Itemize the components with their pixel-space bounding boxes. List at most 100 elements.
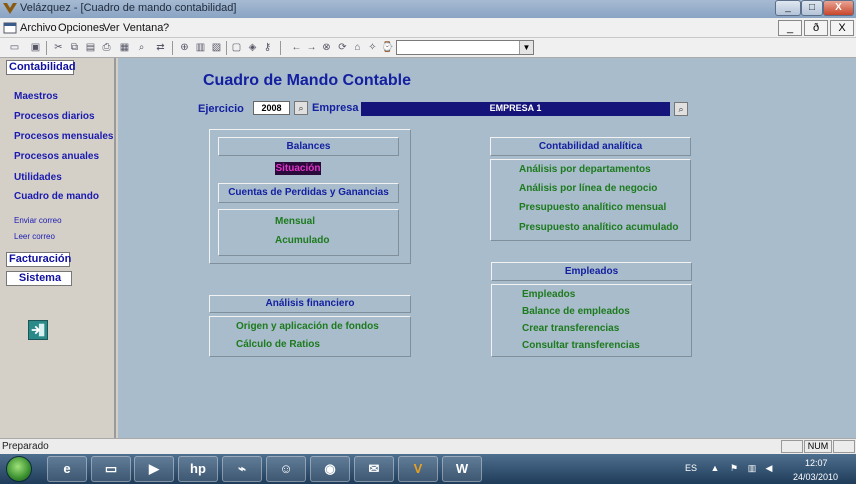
word-icon[interactable]: W — [442, 456, 482, 482]
toolbar-separator — [46, 41, 47, 55]
consultar-transferencias-link[interactable]: Consultar transferencias — [522, 340, 640, 351]
menu-ver[interactable]: Ver — [103, 22, 120, 34]
history-icon[interactable]: ⌚ — [381, 41, 394, 54]
hp-icon[interactable]: hp — [178, 456, 218, 482]
toolbar-separator — [226, 41, 227, 55]
ejercicio-field[interactable]: 2008 — [253, 101, 290, 115]
balance-empleados-link[interactable]: Balance de empleados — [522, 306, 630, 317]
chevron-down-icon[interactable]: ▼ — [519, 41, 533, 54]
nav-section-contabilidad[interactable]: Contabilidad — [6, 60, 76, 75]
nav-link-utilidades[interactable]: Utilidades — [14, 172, 62, 183]
monitor-icon[interactable]: ⌁ — [222, 456, 262, 482]
cut-icon[interactable]: ✂ — [52, 41, 65, 54]
menu-bar: Archivo Opciones Ver Ventana ? _ ð X — [0, 18, 856, 38]
toolbar-separator — [280, 41, 281, 55]
stop-icon[interactable]: ⊗ — [320, 41, 333, 54]
media-player-icon[interactable]: ▶ — [134, 456, 174, 482]
menu-ventana[interactable]: Ventana — [123, 22, 163, 34]
contabilidad-analitica-header: Contabilidad analítica — [490, 137, 691, 156]
exit-icon[interactable] — [28, 320, 48, 340]
home-icon[interactable]: ⌂ — [351, 41, 364, 54]
clock-date[interactable]: 24/03/2010 — [793, 472, 838, 482]
origen-aplicacion-link[interactable]: Origen y aplicación de fondos — [236, 321, 379, 332]
save-icon[interactable]: ▣ — [29, 41, 42, 54]
find-icon[interactable]: ⌕ — [135, 41, 148, 54]
mdi-close-button[interactable]: X — [830, 20, 854, 36]
messenger-icon[interactable]: ☺ — [266, 456, 306, 482]
preview-icon[interactable]: ▦ — [118, 41, 131, 54]
show-hidden-icons-icon[interactable]: ▲ — [710, 463, 720, 473]
nav-section-sistema[interactable]: Sistema — [6, 271, 72, 286]
nav-link-enviar-correo[interactable]: Enviar correo — [14, 216, 62, 225]
empleados-link[interactable]: Empleados — [522, 289, 575, 300]
zoom-icon[interactable]: ⊕ — [178, 41, 191, 54]
volume-icon[interactable]: ◀ — [764, 463, 774, 473]
mdi-restore-button[interactable]: ð — [804, 20, 828, 36]
toolbar-combo[interactable]: ▼ — [396, 40, 534, 55]
situacion-link[interactable]: Situación — [275, 162, 321, 175]
nav-section-facturacion[interactable]: Facturación — [6, 252, 71, 267]
velazquez-icon[interactable]: V — [398, 456, 438, 482]
analisis-linea-negocio-link[interactable]: Análisis por línea de negocio — [519, 183, 657, 194]
form-icon[interactable]: ▢ — [230, 41, 243, 54]
toolbar-separator — [172, 41, 173, 55]
menu-opciones[interactable]: Opciones — [58, 22, 104, 34]
empresa-lookup-icon[interactable]: ⌕ — [674, 102, 688, 116]
report-icon[interactable]: ▧ — [210, 41, 223, 54]
pyg-acumulado-link[interactable]: Acumulado — [275, 235, 329, 246]
clock-time[interactable]: 12:07 — [805, 458, 828, 468]
ie-icon[interactable]: e — [47, 456, 87, 482]
crear-transferencias-link[interactable]: Crear transferencias — [522, 323, 619, 334]
firefox-icon[interactable]: ◉ — [310, 456, 350, 482]
calc-icon[interactable]: ▥ — [194, 41, 207, 54]
favorites-icon[interactable]: ✧ — [366, 41, 379, 54]
key-icon[interactable]: ⚷ — [261, 41, 274, 54]
maximize-button[interactable]: □ — [801, 0, 823, 16]
paste-icon[interactable]: ▤ — [84, 41, 97, 54]
ejercicio-lookup-icon[interactable]: ⌕ — [294, 101, 308, 115]
view-icon[interactable]: ◈ — [246, 41, 259, 54]
nav-link-procesos-diarios[interactable]: Procesos diarios — [14, 111, 95, 122]
open-icon[interactable]: ▭ — [8, 41, 21, 54]
analisis-departamentos-link[interactable]: Análisis por departamentos — [519, 164, 651, 175]
print-icon[interactable]: ⎙ — [100, 41, 113, 54]
folder-icon[interactable]: ▭ — [91, 456, 131, 482]
minimize-button[interactable]: _ — [775, 0, 801, 16]
toolbar: ▭ ▣ ✂ ⧉ ▤ ⎙ ▦ ⌕ ⇄ ⊕ ▥ ▧ ▢ ◈ ⚷ ← → ⊗ ⟳ ⌂ … — [0, 38, 856, 58]
nav-link-procesos-mensuales[interactable]: Procesos mensuales — [14, 131, 114, 142]
taskbar: e ▭ ▶ hp ⌁ ☺ ◉ ✉ V W ES ▲ ⚑ ▥ ◀ 12:07 24… — [0, 454, 856, 484]
action-center-flag-icon[interactable]: ⚑ — [729, 463, 739, 473]
menu-help[interactable]: ? — [163, 22, 169, 34]
close-button[interactable]: X — [823, 0, 854, 16]
refresh-icon[interactable]: ⟳ — [336, 41, 349, 54]
mdi-minimize-button[interactable]: _ — [778, 20, 802, 36]
network-icon[interactable]: ▥ — [747, 463, 757, 473]
calculo-ratios-link[interactable]: Cálculo de Ratios — [236, 339, 320, 350]
mdi-system-icon[interactable] — [3, 22, 17, 34]
back-icon[interactable]: ← — [290, 41, 303, 54]
pyg-mensual-link[interactable]: Mensual — [275, 216, 315, 227]
forward-icon[interactable]: → — [305, 41, 318, 54]
status-num-indicator: NUM — [804, 440, 832, 453]
menu-archivo[interactable]: Archivo — [20, 22, 57, 34]
presupuesto-acumulado-link[interactable]: Presupuesto analítico acumulado — [519, 222, 678, 233]
presupuesto-mensual-link[interactable]: Presupuesto analítico mensual — [519, 202, 666, 213]
nav-link-maestros[interactable]: Maestros — [14, 91, 58, 102]
copy-icon[interactable]: ⧉ — [68, 41, 81, 54]
language-indicator[interactable]: ES — [685, 463, 697, 473]
start-button[interactable] — [6, 456, 32, 482]
page-title: Cuadro de Mando Contable — [203, 72, 411, 89]
nav-link-leer-correo[interactable]: Leer correo — [14, 232, 55, 241]
window-title: Velázquez - [Cuadro de mando contabilida… — [20, 2, 237, 14]
ejercicio-label: Ejercicio — [198, 103, 244, 115]
replace-icon[interactable]: ⇄ — [154, 41, 167, 54]
analisis-financiero-header: Análisis financiero — [209, 295, 411, 313]
status-bar: Preparado NUM — [0, 438, 856, 454]
left-nav: Contabilidad Maestros Procesos diarios P… — [0, 58, 116, 438]
title-bar: Velázquez - [Cuadro de mando contabilida… — [0, 0, 856, 18]
nav-link-cuadro-de-mando[interactable]: Cuadro de mando — [14, 191, 99, 202]
empresa-field[interactable]: EMPRESA 1 — [361, 102, 670, 116]
nav-link-procesos-anuales[interactable]: Procesos anuales — [14, 151, 99, 162]
empresa-label: Empresa — [312, 102, 359, 114]
mail-icon[interactable]: ✉ — [354, 456, 394, 482]
